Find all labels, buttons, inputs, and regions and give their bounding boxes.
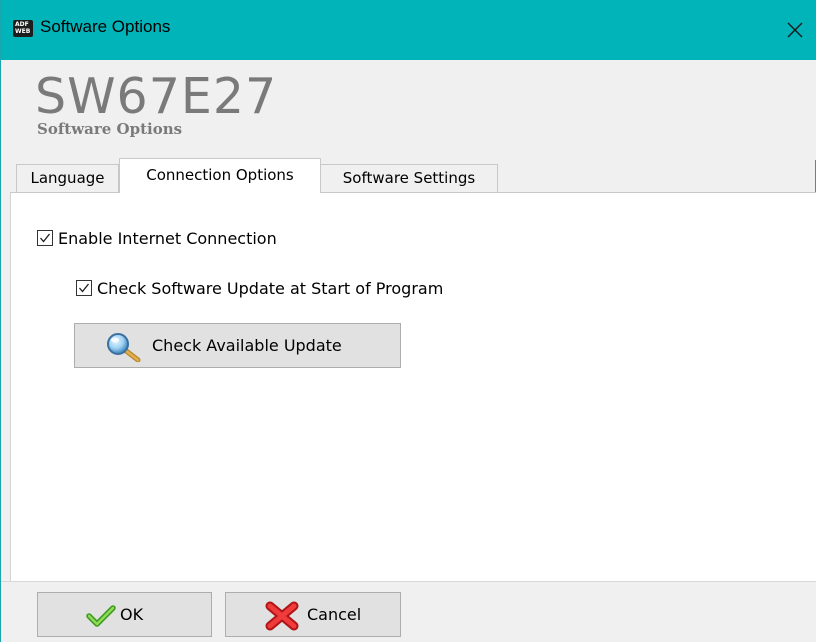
- ok-button[interactable]: OK: [37, 592, 212, 637]
- enable-internet-label: Enable Internet Connection: [58, 228, 277, 248]
- checkmark-icon: [86, 605, 116, 627]
- ok-label: OK: [120, 605, 144, 624]
- red-x-icon: [265, 601, 299, 631]
- magnifier-icon: [107, 333, 141, 362]
- check-update-at-start-row[interactable]: Check Software Update at Start of Progra…: [76, 277, 443, 299]
- adfweb-app-icon: ADF WEB: [13, 20, 33, 37]
- cancel-button[interactable]: Cancel: [225, 592, 401, 637]
- tab-connection-options[interactable]: Connection Options: [119, 158, 321, 193]
- close-icon: [787, 22, 803, 38]
- check-available-update-button[interactable]: Check Available Update: [74, 323, 401, 368]
- tab-software-settings[interactable]: Software Settings: [320, 164, 498, 193]
- close-button[interactable]: [779, 14, 811, 46]
- enable-internet-checkbox[interactable]: [37, 230, 53, 246]
- checkmark-icon: [40, 233, 51, 243]
- check-update-at-start-checkbox[interactable]: [76, 280, 92, 296]
- connection-options-panel: [10, 193, 816, 581]
- title-bar[interactable]: ADF WEB Software Options: [1, 0, 816, 60]
- check-available-update-label: Check Available Update: [152, 336, 342, 355]
- tab-language[interactable]: Language: [16, 164, 119, 193]
- cancel-label: Cancel: [307, 605, 362, 624]
- software-options-window: ADF WEB Software Options SW67E27 Softwar…: [0, 0, 816, 642]
- product-name: SW67E27: [35, 68, 278, 125]
- checkmark-icon: [79, 283, 90, 293]
- product-subtitle: Software Options: [37, 120, 183, 138]
- app-icon-text-bottom: WEB: [15, 28, 31, 35]
- enable-internet-row[interactable]: Enable Internet Connection: [37, 227, 277, 249]
- tab-strip: Language Connection Options Software Set…: [1, 158, 816, 193]
- check-update-at-start-label: Check Software Update at Start of Progra…: [97, 278, 444, 298]
- window-title: Software Options: [40, 17, 171, 36]
